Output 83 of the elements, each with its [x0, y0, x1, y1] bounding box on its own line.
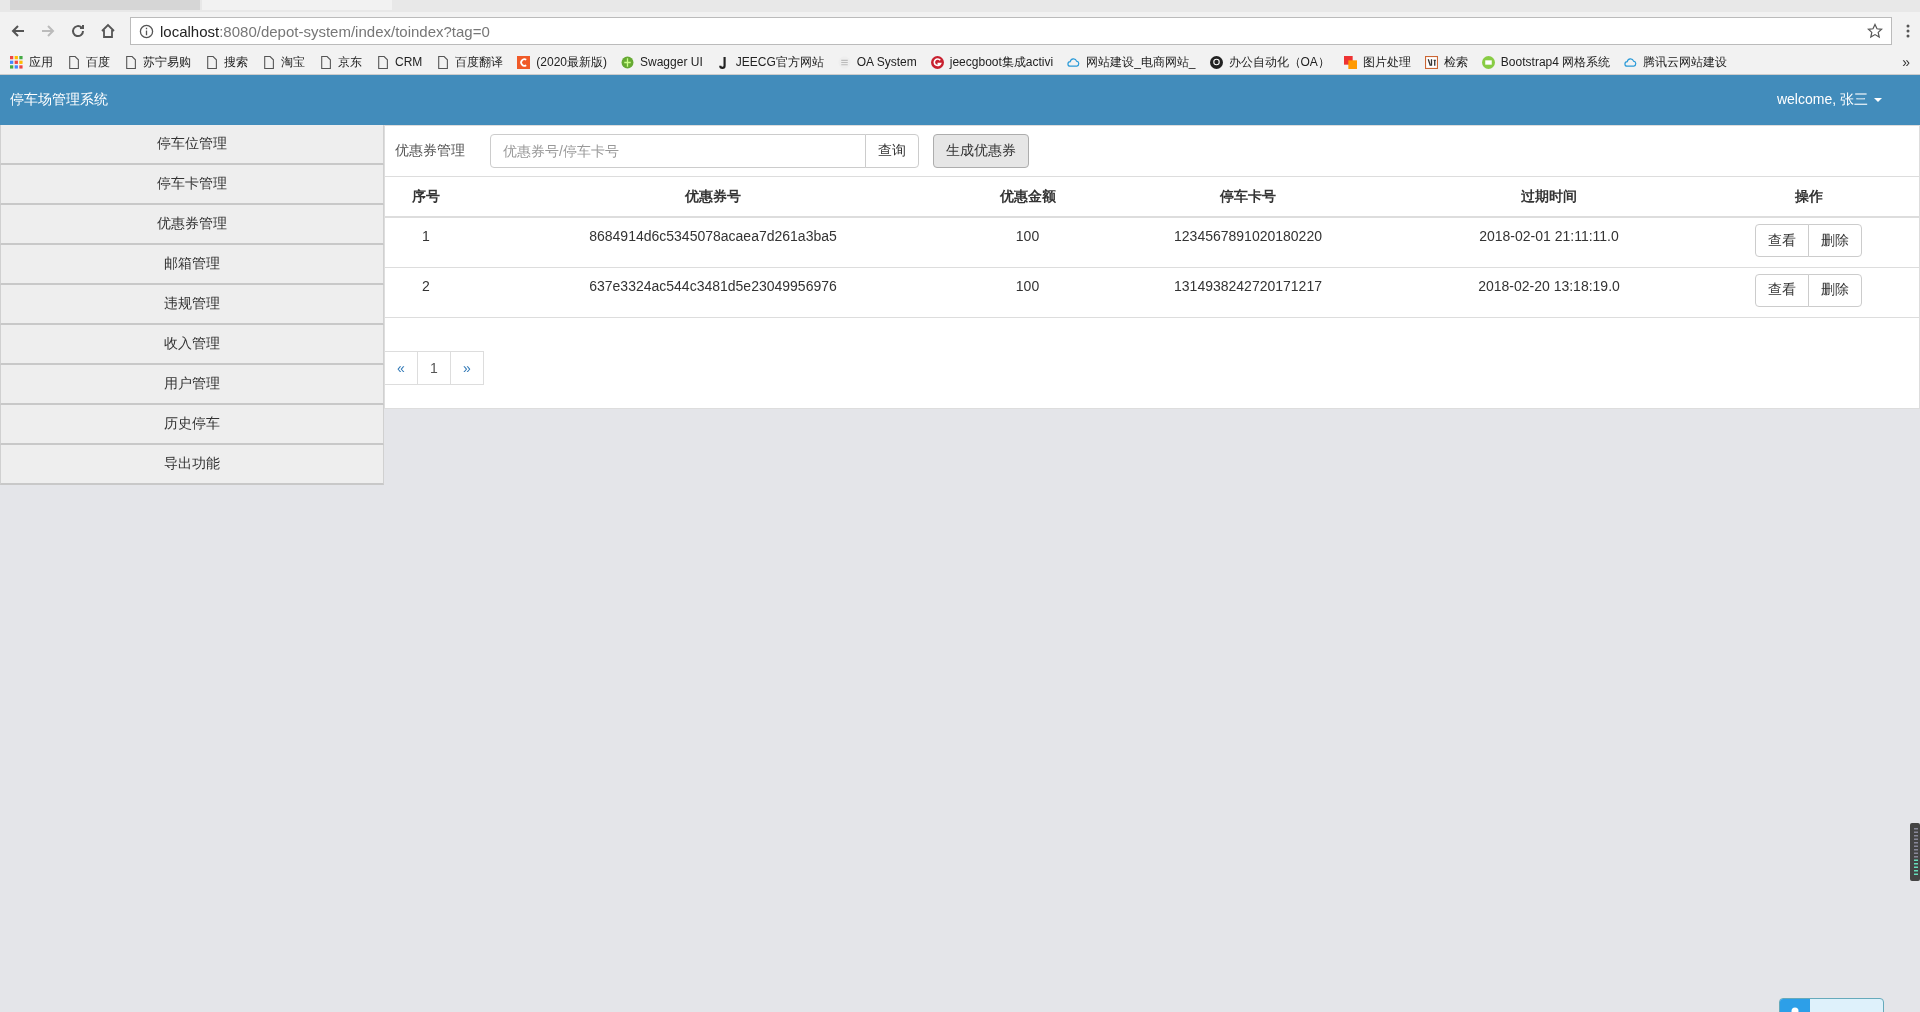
table-cell: 2: [385, 267, 467, 317]
sidebar-item[interactable]: 停车卡管理: [0, 165, 384, 205]
column-header: 优惠券号: [467, 176, 959, 217]
bookmark[interactable]: 办公自动化（OA）: [1209, 53, 1330, 71]
info-icon[interactable]: [139, 23, 154, 39]
table-cell: 100: [959, 267, 1096, 317]
meter-icon: [1910, 823, 1920, 881]
page-icon: [67, 55, 80, 69]
page-link[interactable]: 1: [417, 350, 451, 385]
column-header: 序号: [385, 176, 467, 217]
bookmark[interactable]: 图片处理: [1343, 53, 1411, 71]
cloud-icon: [1624, 55, 1638, 69]
action-button[interactable]: 删除: [1808, 273, 1862, 307]
apps-grid-icon: [10, 55, 23, 69]
sidebar-item[interactable]: 收入管理: [0, 325, 384, 365]
bookmark[interactable]: 苏宁易购: [124, 53, 191, 71]
bookmark[interactable]: 百度: [67, 53, 110, 71]
table-cell: 2018-02-20 13:18:19.0: [1400, 267, 1698, 317]
table-cell: 637e3324ac544c3481d5e23049956976: [467, 267, 959, 317]
menu-icon[interactable]: [1906, 23, 1910, 39]
bookmark[interactable]: 应用: [10, 53, 53, 71]
bookmark[interactable]: CRM: [376, 55, 423, 69]
column-header: 优惠金额: [959, 176, 1096, 217]
bookmark[interactable]: 检索: [1424, 53, 1468, 71]
c-logo-icon: [517, 55, 531, 69]
g-logo-icon: [930, 55, 944, 69]
table-cell: 2018-02-01 21:11:11.0: [1400, 217, 1698, 267]
page-icon: [319, 55, 332, 69]
sidebar-item[interactable]: 优惠券管理: [0, 205, 384, 245]
action-button[interactable]: 删除: [1808, 224, 1862, 257]
bookmark[interactable]: 京东: [319, 53, 362, 71]
table-cell: 100: [959, 217, 1096, 267]
home-icon[interactable]: [100, 23, 116, 39]
bookmark[interactable]: Swagger UI: [621, 55, 703, 69]
page-icon: [124, 55, 137, 69]
page-icon: [262, 55, 275, 69]
sidebar-item[interactable]: 用户管理: [0, 365, 384, 405]
query-button[interactable]: 查询: [865, 134, 919, 168]
table-cell: 1: [385, 217, 467, 267]
reload-icon[interactable]: [70, 23, 86, 39]
bookmark[interactable]: OA System: [837, 55, 917, 69]
sidebar-item[interactable]: 违规管理: [0, 285, 384, 325]
bookmark[interactable]: 腾讯云网站建设: [1624, 53, 1728, 71]
page-icon: [205, 55, 218, 69]
app-title[interactable]: 停车场管理系统: [10, 91, 108, 109]
column-header: 操作: [1698, 176, 1919, 217]
bookmark[interactable]: Bootstrap4 网格系统: [1481, 53, 1611, 71]
bookmark[interactable]: 网站建设_电商网站_: [1067, 53, 1196, 71]
url-text: localhost:8080/depot-system/index/toindex?tag=0: [160, 22, 491, 40]
page-link[interactable]: »: [450, 350, 484, 385]
overlapping-squares-icon: [1343, 55, 1357, 69]
table-cell: 1314938242720171217: [1096, 267, 1400, 317]
column-header: 停车卡号: [1096, 176, 1400, 217]
action-button[interactable]: 查看: [1755, 273, 1809, 307]
plus-circle-icon: [621, 55, 634, 69]
page-icon: [376, 55, 389, 69]
sidebar-item[interactable]: 导出功能: [0, 445, 384, 485]
bookmark[interactable]: (2020最新版): [517, 53, 607, 71]
address-bar[interactable]: localhost:8080/depot-system/index/toindex?tag=0: [130, 17, 1892, 45]
more-bookmarks[interactable]: »: [1902, 54, 1910, 70]
back-icon[interactable]: [10, 23, 26, 39]
bookmark[interactable]: jeecgboot集成activi: [930, 53, 1054, 71]
code-circle-icon: [1481, 55, 1495, 69]
bookmark[interactable]: JEECG官方网站: [716, 53, 824, 71]
action-button[interactable]: 查看: [1755, 224, 1809, 257]
page-link[interactable]: «: [384, 350, 418, 385]
caret-icon: [1874, 97, 1882, 103]
sidebar-item[interactable]: 停车位管理: [0, 125, 384, 165]
search-field[interactable]: 优惠券号/停车卡号: [490, 134, 866, 168]
table-cell: 1234567891020180220: [1096, 217, 1400, 267]
cloud-icon: [1067, 55, 1081, 69]
bookmark[interactable]: 百度翻译: [436, 53, 504, 71]
star-icon[interactable]: [1867, 23, 1883, 39]
generate-coupon-button[interactable]: 生成优惠券: [933, 134, 1029, 168]
bookmark[interactable]: 淘宝: [262, 53, 305, 71]
sidebar-item[interactable]: 邮箱管理: [0, 245, 384, 285]
section-label: 优惠券管理: [395, 142, 466, 160]
column-header: 过期时间: [1400, 176, 1698, 217]
bookmark[interactable]: 搜索: [205, 53, 248, 71]
table-cell: 8684914d6c5345078acaea7d261a3ba5: [467, 217, 959, 267]
sidebar-item[interactable]: 历史停车: [0, 405, 384, 445]
page-icon: [436, 55, 450, 69]
user-menu[interactable]: welcome, 张三: [1776, 91, 1882, 109]
